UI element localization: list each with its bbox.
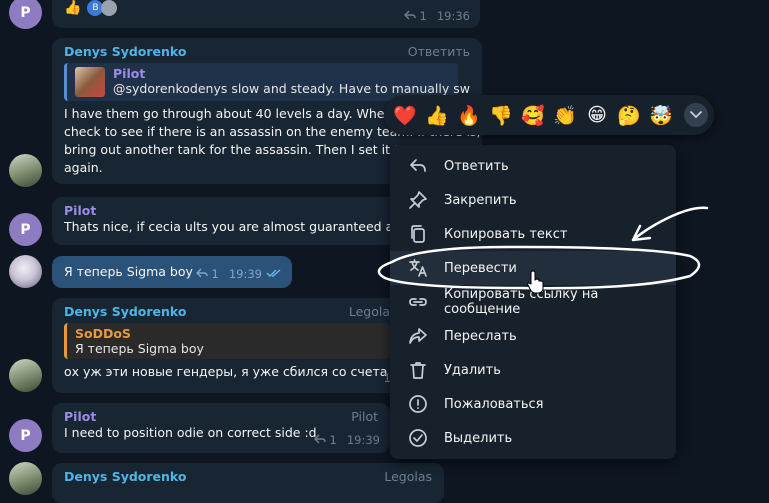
reaction-clap[interactable]: 👏 xyxy=(550,100,580,130)
message-time: 19:39 xyxy=(346,433,380,447)
menu-item-label: Ответить xyxy=(444,158,509,174)
admin-label: Legola xyxy=(348,304,390,319)
reaction-thinking[interactable]: 🤔 xyxy=(614,100,644,130)
reply-icon xyxy=(403,9,416,23)
menu-item-copy-text[interactable]: Копировать текст xyxy=(390,217,676,251)
reply-icon xyxy=(408,156,428,176)
message-bubble[interactable]: Я теперь Sigma boy 1 19:39 xyxy=(52,256,292,288)
reply-action[interactable]: Ответить xyxy=(408,44,470,59)
reaction-heart[interactable]: ❤️ xyxy=(390,100,420,130)
context-menu: Ответить Закрепить Копировать текст Пере… xyxy=(390,145,676,459)
message-time: 19:39 xyxy=(228,267,262,281)
avatar[interactable] xyxy=(9,255,42,288)
menu-item-report[interactable]: Пожаловаться xyxy=(390,387,676,421)
translate-icon xyxy=(408,258,428,278)
reaction-smiling-hearts[interactable]: 🥰 xyxy=(518,100,548,130)
menu-item-label: Копировать текст xyxy=(444,226,568,242)
menu-item-label: Перевести xyxy=(444,260,517,276)
reaction-thumbs-down[interactable]: 👎 xyxy=(486,100,516,130)
report-icon xyxy=(408,394,428,414)
link-icon xyxy=(408,292,428,312)
reaction-grin[interactable]: 😁 xyxy=(582,100,612,130)
message-meta: 1 19:39 xyxy=(313,433,380,447)
message-meta: 1 19:36 xyxy=(403,9,470,23)
sender-name[interactable]: Denys Sydorenko xyxy=(64,304,390,319)
menu-item-copy-link[interactable]: Копировать ссылку на сообщение xyxy=(390,285,676,319)
quote-thumbnail xyxy=(75,67,105,97)
message-bubble[interactable]: Pilot Pilot I need to position odie on c… xyxy=(52,403,390,453)
avatar[interactable] xyxy=(9,359,42,392)
message-time: 19:36 xyxy=(436,9,470,23)
message-bubble[interactable]: Denys Sydorenko Legola SoDDoS Я теперь S… xyxy=(52,298,402,393)
chevron-down-icon xyxy=(690,111,702,119)
sender-name[interactable]: Pilot xyxy=(64,409,378,424)
expand-reactions-button[interactable] xyxy=(684,103,708,127)
menu-item-label: Удалить xyxy=(444,362,501,378)
quote-text: Я теперь Sigma boy xyxy=(75,341,204,356)
menu-item-label: Пожаловаться xyxy=(444,396,544,412)
menu-item-pin[interactable]: Закрепить xyxy=(390,183,676,217)
trash-icon xyxy=(408,360,428,380)
avatar[interactable] xyxy=(9,154,42,187)
menu-item-reply[interactable]: Ответить xyxy=(390,149,676,183)
quote-author: SoDDoS xyxy=(75,326,131,341)
menu-item-label: Переслать xyxy=(444,328,517,344)
avatar[interactable] xyxy=(9,462,42,495)
message-meta: 1 19:39 xyxy=(195,267,282,281)
menu-item-forward[interactable]: Переслать xyxy=(390,319,676,353)
forward-icon xyxy=(408,326,428,346)
reply-count[interactable]: 1 xyxy=(330,433,337,447)
copy-icon xyxy=(408,224,428,244)
message-bubble[interactable]: Denys Sydorenko Legolas xyxy=(52,463,444,503)
menu-item-label: Выделить xyxy=(444,430,513,446)
message-text: Thats nice, if cecia ults you are almost… xyxy=(64,219,419,234)
avatar[interactable]: P xyxy=(9,213,42,246)
admin-label: Pilot xyxy=(351,409,378,424)
sender-name[interactable]: Pilot xyxy=(64,203,440,218)
quote-author: Pilot xyxy=(113,66,146,81)
avatar[interactable]: P xyxy=(9,419,42,452)
message-bubble[interactable]: 👍 B 1 19:36 xyxy=(52,0,480,28)
quote-text: @sydorenkodenys slow and steady. Have to… xyxy=(113,81,470,96)
reply-count[interactable]: 1 xyxy=(212,267,219,281)
reaction-fire[interactable]: 🔥 xyxy=(454,100,484,130)
reply-icon xyxy=(313,433,326,447)
message-text: ох уж эти новые гендеры, я уже сбился со… xyxy=(64,364,388,379)
pin-icon xyxy=(408,190,428,210)
reply-quote[interactable]: SoDDoS Я теперь Sigma boy xyxy=(64,323,390,359)
select-icon xyxy=(408,428,428,448)
reaction-picker: ❤️ 👍 🔥 👎 🥰 👏 😁 🤔 🤯 xyxy=(384,95,714,135)
double-check-icon xyxy=(266,267,282,281)
menu-item-label: Закрепить xyxy=(444,192,517,208)
reply-icon xyxy=(195,267,208,281)
reaction-thumbs-up[interactable]: 👍 xyxy=(422,100,452,130)
menu-item-delete[interactable]: Удалить xyxy=(390,353,676,387)
menu-item-translate[interactable]: Перевести xyxy=(390,251,676,285)
avatar[interactable]: P xyxy=(9,0,42,29)
reaction-thumbs-up[interactable]: 👍 xyxy=(64,0,81,16)
reaction-user-avatar xyxy=(101,0,118,16)
sender-name[interactable]: Denys Sydorenko xyxy=(64,469,432,484)
reaction-mind-blown[interactable]: 🤯 xyxy=(646,100,676,130)
menu-item-label: Копировать ссылку на сообщение xyxy=(444,287,599,317)
menu-item-select[interactable]: Выделить xyxy=(390,421,676,455)
admin-label: Legolas xyxy=(384,469,432,484)
reply-count[interactable]: 1 xyxy=(420,9,427,23)
